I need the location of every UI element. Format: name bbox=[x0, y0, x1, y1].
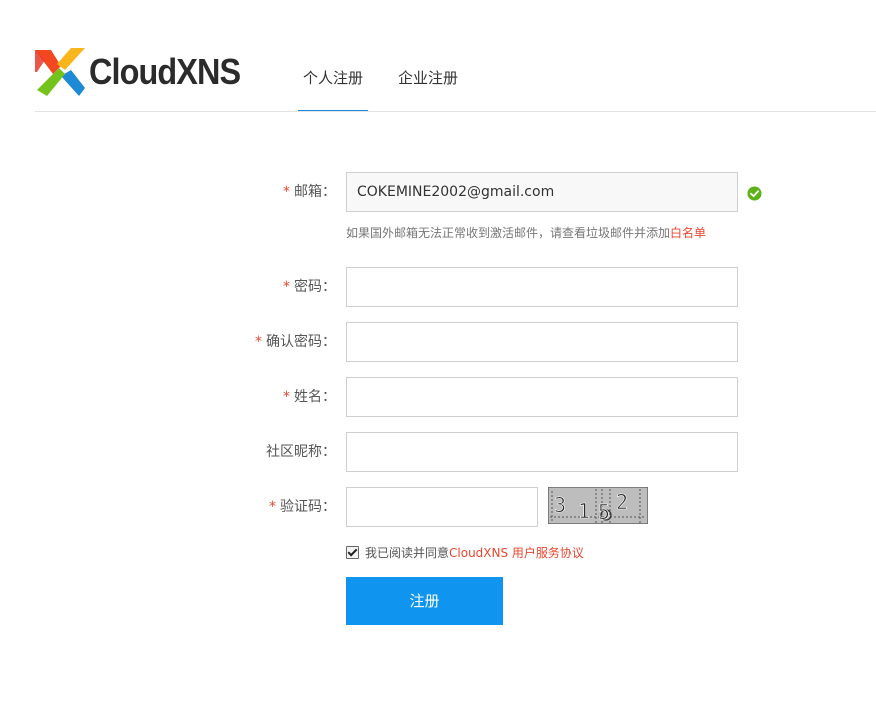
captcha-char: 3 bbox=[554, 493, 566, 517]
cloudxns-logo[interactable]: CloudXNS bbox=[35, 46, 257, 98]
required-mark: * bbox=[269, 499, 276, 515]
agreement: 我已阅读并同意 CloudXNS 用户服务协议 bbox=[346, 544, 584, 560]
agreement-checkbox[interactable] bbox=[346, 545, 359, 559]
required-mark: * bbox=[283, 184, 290, 200]
header-divider bbox=[35, 111, 876, 112]
registration-tabs: 个人注册 企业注册 bbox=[298, 60, 463, 112]
email-row: * 邮箱： COKEMINE2002@gmail.com bbox=[0, 172, 876, 212]
nickname-row: 社区昵称： bbox=[0, 432, 876, 472]
nickname-field[interactable] bbox=[346, 432, 738, 472]
captcha-char: 5 bbox=[598, 500, 610, 524]
email-label: * 邮箱： bbox=[283, 184, 336, 200]
captcha-image[interactable]: 3 1 5 2 bbox=[548, 487, 648, 524]
tab-personal-registration[interactable]: 个人注册 bbox=[298, 60, 369, 112]
register-button[interactable]: 注册 bbox=[346, 577, 503, 625]
header: CloudXNS 个人注册 企业注册 bbox=[0, 0, 876, 112]
captcha-char: 1 bbox=[578, 499, 590, 523]
password-field[interactable] bbox=[346, 267, 738, 307]
whitelist-link[interactable]: 白名单 bbox=[670, 226, 706, 240]
tab-enterprise-registration[interactable]: 企业注册 bbox=[393, 60, 463, 112]
required-mark: * bbox=[283, 389, 290, 405]
password-label: * 密码： bbox=[283, 279, 336, 295]
name-label: * 姓名： bbox=[283, 389, 336, 405]
captcha-field[interactable] bbox=[346, 487, 538, 527]
confirm-password-label: * 确认密码： bbox=[255, 334, 336, 350]
nickname-label: 社区昵称： bbox=[266, 444, 336, 460]
name-row: * 姓名： bbox=[0, 377, 876, 417]
email-field[interactable]: COKEMINE2002@gmail.com bbox=[346, 172, 738, 212]
password-row: * 密码： bbox=[0, 267, 876, 307]
captcha-char: 2 bbox=[616, 490, 628, 514]
required-mark: * bbox=[255, 334, 262, 350]
agreement-text: 我已阅读并同意 bbox=[365, 545, 450, 560]
name-field[interactable] bbox=[346, 377, 738, 417]
email-value: COKEMINE2002@gmail.com bbox=[357, 184, 555, 200]
brand-name: CloudXNS bbox=[89, 51, 241, 92]
required-mark: * bbox=[283, 279, 290, 295]
email-hint: 如果国外邮箱无法正常收到激活邮件，请查看垃圾邮件并添加白名单 bbox=[346, 226, 707, 240]
user-agreement-link[interactable]: CloudXNS 用户服务协议 bbox=[449, 544, 584, 561]
confirm-password-field[interactable] bbox=[346, 322, 738, 362]
confirm-password-row: * 确认密码： bbox=[0, 322, 876, 362]
valid-check-icon bbox=[747, 186, 762, 201]
captcha-label: * 验证码： bbox=[269, 499, 336, 515]
cloudxns-logo-icon bbox=[35, 48, 85, 96]
captcha-row: * 验证码： 3 1 5 2 bbox=[0, 487, 876, 527]
